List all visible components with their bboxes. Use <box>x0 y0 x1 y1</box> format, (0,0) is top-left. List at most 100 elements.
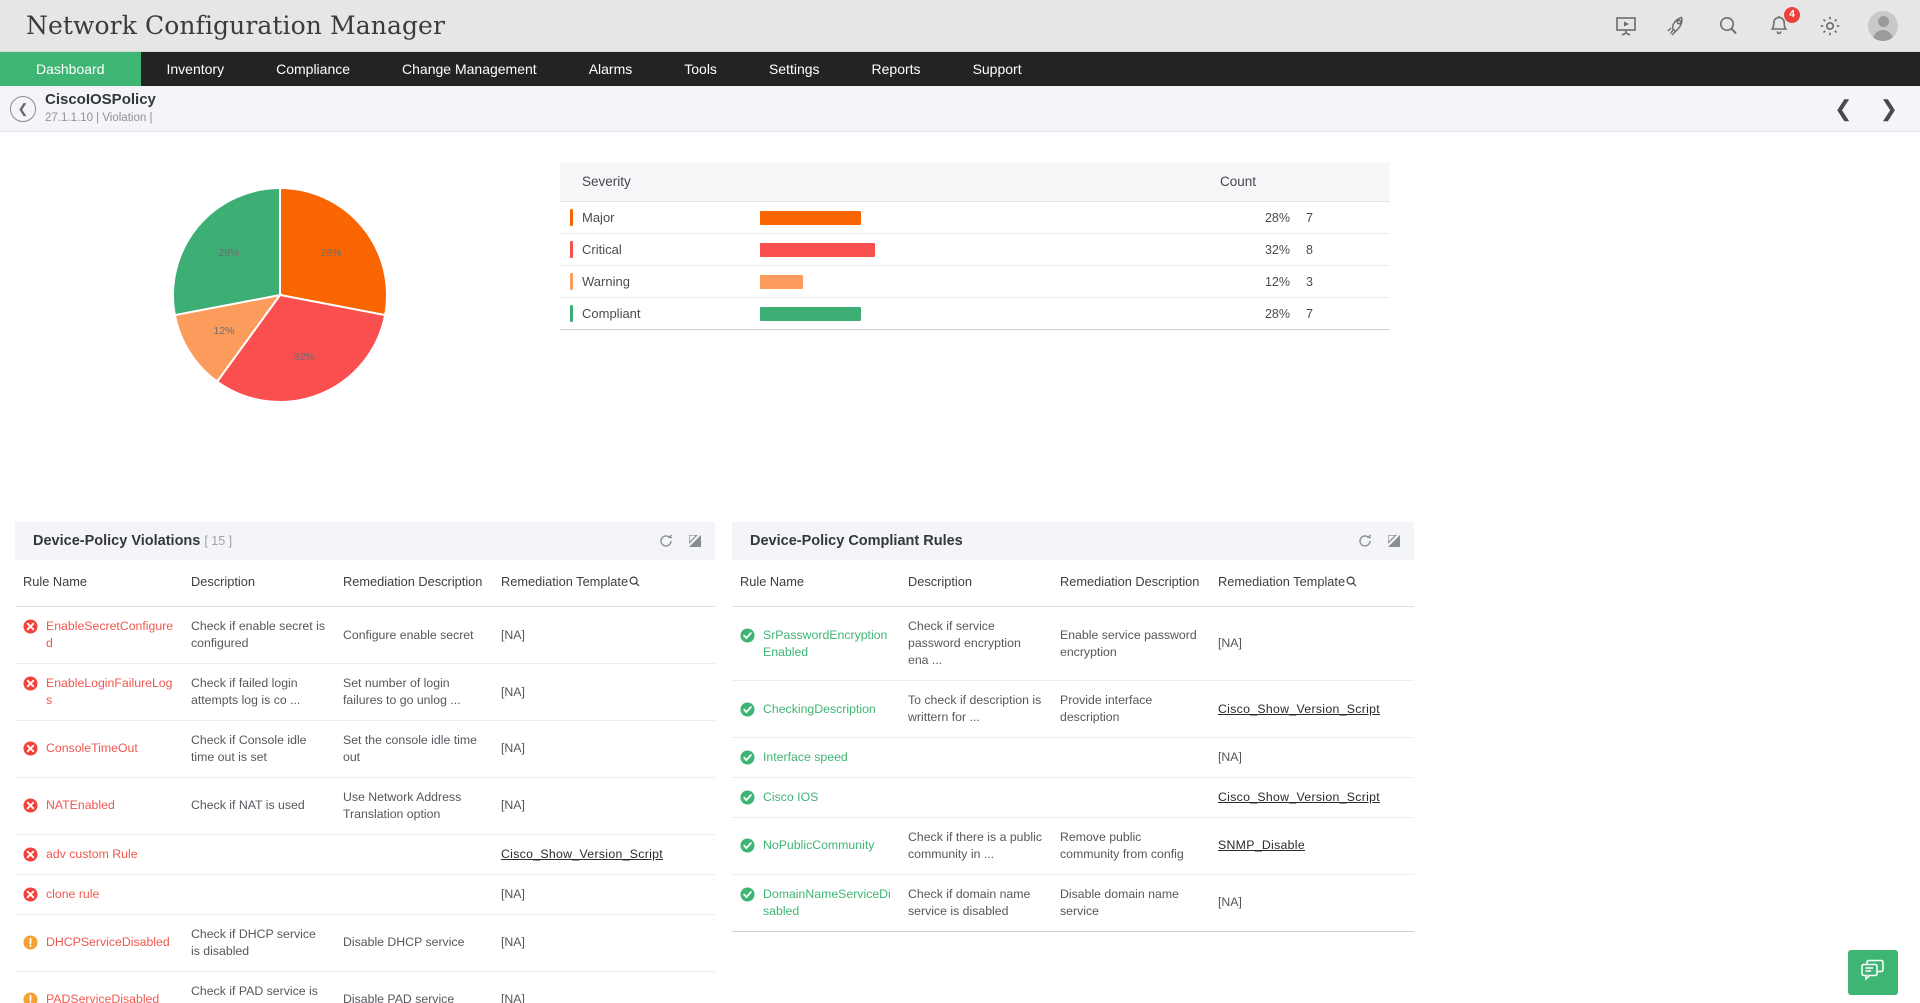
nav-item-settings[interactable]: Settings <box>743 52 846 86</box>
prev-page-icon[interactable]: ❮ <box>1834 98 1852 120</box>
rule-name-link[interactable]: clone rule <box>46 886 99 903</box>
maximize-icon[interactable] <box>689 535 701 547</box>
next-page-icon[interactable]: ❯ <box>1880 98 1898 120</box>
nav-item-support[interactable]: Support <box>947 52 1048 86</box>
nav-item-dashboard[interactable]: Dashboard <box>0 52 141 86</box>
table-row[interactable]: EnableSecretConfiguredCheck if enable se… <box>15 607 715 664</box>
cell-remediation-template: Cisco_Show_Version_Script <box>493 834 715 874</box>
check-circle-icon <box>740 750 755 765</box>
cell-rule-name: adv custom Rule <box>15 834 183 874</box>
remediation-template-value: [NA] <box>501 685 525 699</box>
col-header-remediation-template[interactable]: Remediation Template <box>1210 560 1414 607</box>
nav-item-compliance[interactable]: Compliance <box>250 52 376 86</box>
table-row[interactable]: SrPasswordEncryptionEnabledCheck if serv… <box>732 607 1414 681</box>
maximize-icon[interactable] <box>1388 535 1400 547</box>
severity-row[interactable]: Warning12%3 <box>560 266 1390 298</box>
table-row[interactable]: DHCPServiceDisabledCheck if DHCP service… <box>15 914 715 971</box>
nav-item-reports[interactable]: Reports <box>846 52 947 86</box>
compliant-panel-title: Device-Policy Compliant Rules <box>750 533 963 549</box>
bell-icon[interactable]: 4 <box>1766 13 1792 39</box>
col-header-remediation-template[interactable]: Remediation Template <box>493 560 715 607</box>
refresh-icon[interactable] <box>1358 534 1372 548</box>
cell-rule-name: EnableLoginFailureLogs <box>15 664 183 721</box>
table-row[interactable]: NATEnabledCheck if NAT is usedUse Networ… <box>15 777 715 834</box>
nav-item-change-management[interactable]: Change Management <box>376 52 563 86</box>
subheader-left: ❮ CiscoIOSPolicy 27.1.1.10 | Violation | <box>10 91 156 126</box>
back-button[interactable]: ❮ <box>10 96 36 122</box>
warning-circle-icon <box>23 935 38 950</box>
avatar[interactable] <box>1868 11 1898 41</box>
col-header-rule-name[interactable]: Rule Name <box>15 560 183 607</box>
search-icon[interactable] <box>1346 575 1357 590</box>
severity-count: 3 <box>1290 275 1380 289</box>
table-row[interactable]: PADServiceDisabledCheck if PAD service i… <box>15 971 715 1003</box>
table-row[interactable]: EnableLoginFailureLogsCheck if failed lo… <box>15 664 715 721</box>
severity-row[interactable]: Compliant28%7 <box>560 298 1390 330</box>
rule-name-link[interactable]: Cisco IOS <box>763 789 818 806</box>
severity-bar-cell <box>760 211 1228 225</box>
col-header-remediation-description[interactable]: Remediation Description <box>1052 560 1210 607</box>
compliant-panel-header: Device-Policy Compliant Rules <box>732 522 1414 560</box>
cell-rule-name: CheckingDescription <box>732 681 900 738</box>
cell-remediation-description: Set number of login failures to go unlog… <box>335 664 493 721</box>
error-circle-icon <box>23 887 38 902</box>
search-icon[interactable] <box>1715 13 1741 39</box>
table-row[interactable]: ConsoleTimeOutCheck if Console idle time… <box>15 721 715 778</box>
table-row[interactable]: Interface speed [NA] <box>732 737 1414 777</box>
compliant-table: Rule Name Description Remediation Descri… <box>732 560 1414 932</box>
remediation-template-value: [NA] <box>501 887 525 901</box>
rule-name-link[interactable]: NATEnabled <box>46 797 115 814</box>
remediation-template-value: [NA] <box>501 741 525 755</box>
rule-name-link[interactable]: ConsoleTimeOut <box>46 740 138 757</box>
table-row[interactable]: adv custom Rule Cisco_Show_Version_Script <box>15 834 715 874</box>
rule-name-link[interactable]: CheckingDescription <box>763 701 876 718</box>
col-header-remediation-description[interactable]: Remediation Description <box>335 560 493 607</box>
severity-row[interactable]: Major28%7 <box>560 202 1390 234</box>
rule-name-link[interactable]: Interface speed <box>763 749 848 766</box>
chat-widget-button[interactable] <box>1848 950 1898 995</box>
col-header-description[interactable]: Description <box>183 560 335 607</box>
cell-rule-name: PADServiceDisabled <box>15 971 183 1003</box>
search-icon[interactable] <box>629 575 640 590</box>
pie-slice-major[interactable] <box>280 188 387 315</box>
severity-row[interactable]: Critical32%8 <box>560 234 1390 266</box>
severity-bar-cell <box>760 275 1228 289</box>
rule-name-link[interactable]: DHCPServiceDisabled <box>46 934 170 951</box>
pie-slice-compliant[interactable] <box>173 188 280 315</box>
remediation-template-value: [NA] <box>1218 750 1242 764</box>
remediation-template-link[interactable]: Cisco_Show_Version_Script <box>501 847 663 861</box>
page-subtitle: 27.1.1.10 | Violation | <box>45 111 156 126</box>
table-row[interactable]: NoPublicCommunityCheck if there is a pub… <box>732 817 1414 874</box>
rocket-icon[interactable] <box>1664 13 1690 39</box>
nav-item-tools[interactable]: Tools <box>658 52 743 86</box>
pie-svg <box>171 186 389 404</box>
rule-name-link[interactable]: EnableLoginFailureLogs <box>46 675 175 709</box>
rule-name-link[interactable]: DomainNameServiceDisabled <box>763 886 892 920</box>
table-row[interactable]: clone rule [NA] <box>15 874 715 914</box>
nav-item-inventory[interactable]: Inventory <box>141 52 251 86</box>
remediation-template-link[interactable]: Cisco_Show_Version_Script <box>1218 702 1380 716</box>
cell-remediation-template: SNMP_Disable <box>1210 817 1414 874</box>
remediation-template-link[interactable]: Cisco_Show_Version_Script <box>1218 790 1380 804</box>
table-row[interactable]: CheckingDescriptionTo check if descripti… <box>732 681 1414 738</box>
table-row[interactable]: DomainNameServiceDisabledCheck if domain… <box>732 874 1414 931</box>
col-header-description[interactable]: Description <box>900 560 1052 607</box>
nav-item-alarms[interactable]: Alarms <box>563 52 659 86</box>
app-header: Network Configuration Manager <box>0 0 1920 52</box>
presentation-icon[interactable] <box>1613 13 1639 39</box>
rule-name-link[interactable]: EnableSecretConfigured <box>46 618 175 652</box>
col-header-rule-name[interactable]: Rule Name <box>732 560 900 607</box>
cell-rule-name: ConsoleTimeOut <box>15 721 183 778</box>
refresh-icon[interactable] <box>659 534 673 548</box>
gear-icon[interactable] <box>1817 13 1843 39</box>
severity-percent: 32% <box>1228 243 1290 257</box>
table-row[interactable]: Cisco IOS Cisco_Show_Version_Script <box>732 777 1414 817</box>
chat-icon <box>1860 958 1886 987</box>
rule-name-link[interactable]: adv custom Rule <box>46 846 138 863</box>
rule-name-link[interactable]: NoPublicCommunity <box>763 837 874 854</box>
rule-name-link[interactable]: SrPasswordEncryptionEnabled <box>763 627 892 661</box>
remediation-template-link[interactable]: SNMP_Disable <box>1218 838 1305 852</box>
col-header-remediation-template-label: Remediation Template <box>501 574 628 589</box>
rule-name-link[interactable]: PADServiceDisabled <box>46 991 159 1003</box>
page-title-block: CiscoIOSPolicy 27.1.1.10 | Violation | <box>45 91 156 126</box>
